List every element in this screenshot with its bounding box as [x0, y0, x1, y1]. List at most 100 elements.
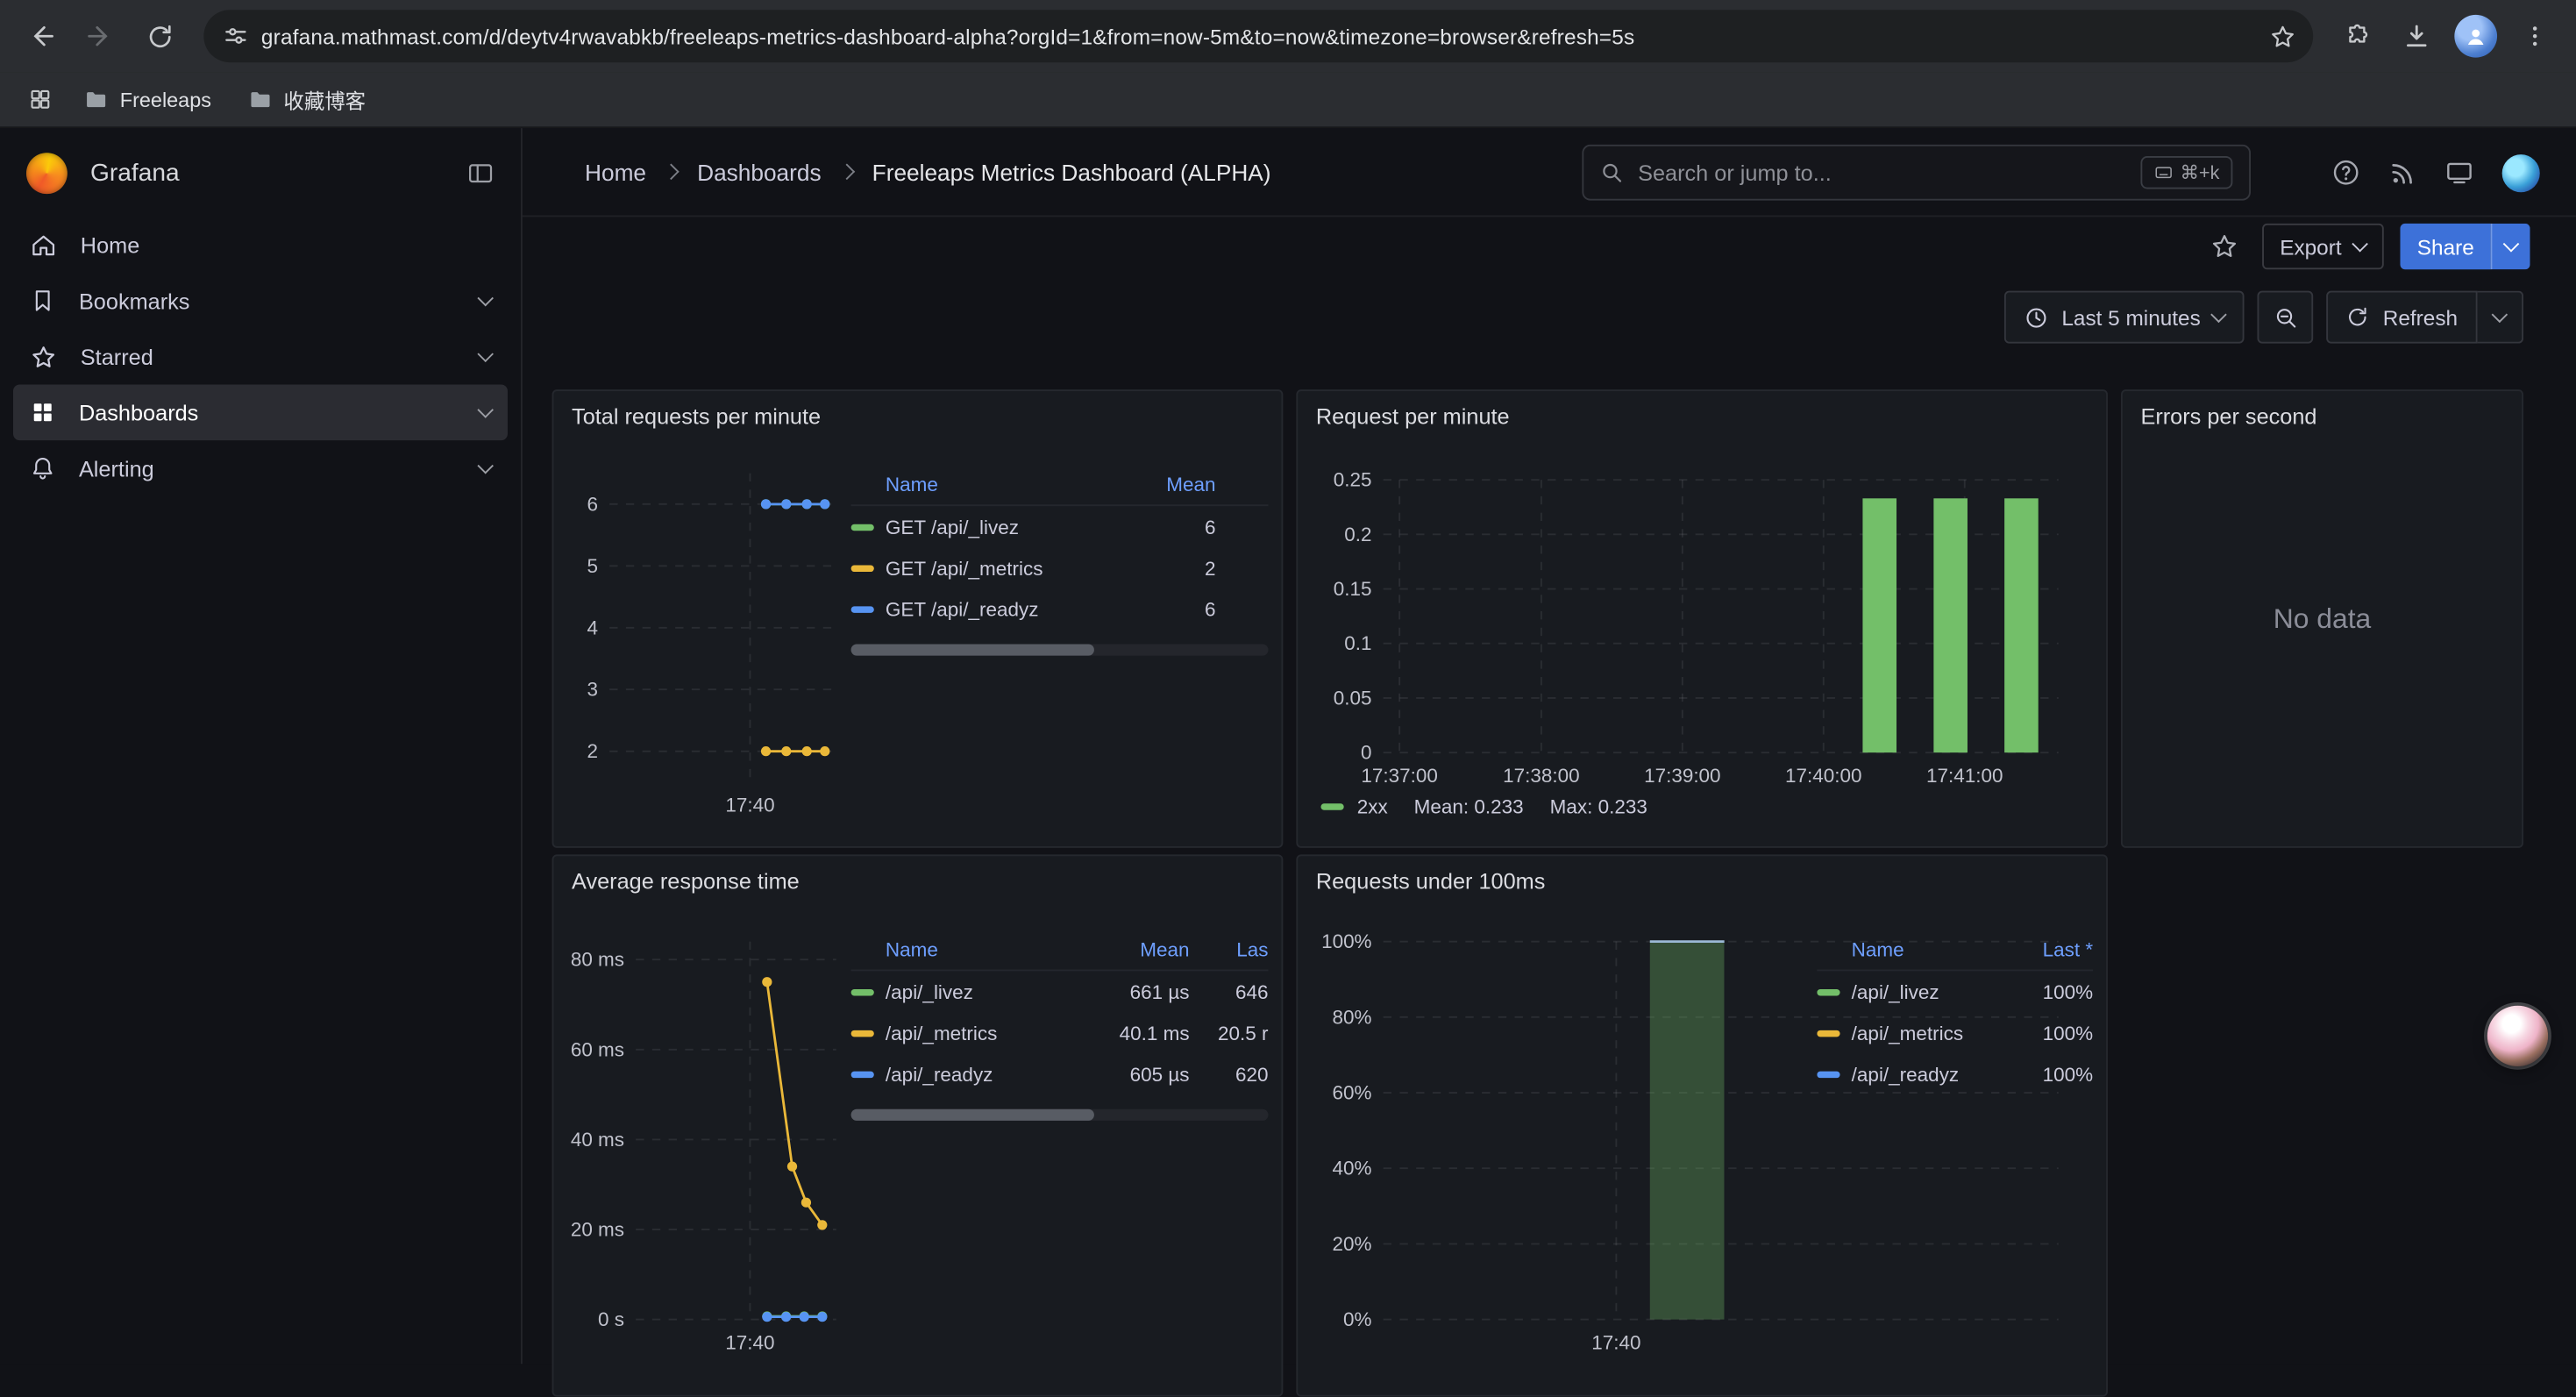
reload-icon[interactable]	[132, 8, 188, 64]
panel-title[interactable]: Average response time	[572, 869, 800, 894]
legend-col-mean[interactable]: Mean	[1124, 473, 1216, 495]
panel-title[interactable]: Requests under 100ms	[1316, 869, 1546, 894]
refresh-button[interactable]: Refresh	[2327, 291, 2478, 344]
downloads-icon[interactable]	[2388, 8, 2444, 64]
svg-text:17:40: 17:40	[1591, 1331, 1640, 1353]
legend-scrollbar[interactable]	[851, 644, 1269, 655]
apps-grid-icon[interactable]	[17, 76, 62, 122]
legend-col-name[interactable]: Name	[851, 937, 1098, 960]
sidebar-item-dashboards[interactable]: Dashboards	[13, 384, 508, 440]
svg-text:0.15: 0.15	[1334, 578, 1372, 600]
url-text[interactable]: grafana.mathmast.com/d/deytv4rwavabkb/fr…	[261, 24, 2256, 48]
breadcrumb: Home Dashboards Freeleaps Metrics Dashbo…	[585, 159, 1271, 185]
floating-assistant-avatar[interactable]	[2487, 1006, 2548, 1066]
legend-col-name[interactable]: Name	[851, 473, 1124, 495]
legend-col-mean[interactable]: Mean	[1098, 937, 1190, 960]
main-area: Home Dashboards Freeleaps Metrics Dashbo…	[523, 128, 2576, 1364]
zoom-out-time-button[interactable]	[2258, 291, 2314, 344]
bookmark-star-icon[interactable]	[2269, 22, 2297, 50]
panel-title[interactable]: Total requests per minute	[572, 404, 821, 429]
svg-text:6: 6	[587, 493, 599, 515]
favorite-star-icon[interactable]	[2210, 232, 2239, 261]
no-data-message: No data	[2123, 391, 2522, 846]
legend-header: Name Mean Las	[851, 929, 1269, 972]
request-per-minute-chart[interactable]: 00.050.10.150.20.2517:37:0017:38:0017:39…	[1311, 437, 2072, 792]
legend-inline[interactable]: 2xx Mean: 0.233 Max: 0.233	[1320, 795, 1647, 818]
time-range-picker[interactable]: Last 5 minutes	[2004, 291, 2245, 344]
series-swatch	[1817, 1030, 1839, 1036]
sidebar-item-starred[interactable]: Starred	[13, 329, 508, 385]
svg-text:17:41:00: 17:41:00	[1926, 765, 2003, 787]
chevron-down-icon	[2492, 306, 2508, 323]
chevron-down-icon[interactable]	[477, 457, 494, 474]
bookmark-item-blogs[interactable]: 收藏博客	[232, 77, 381, 122]
legend-row[interactable]: /api/_readyz 605 µs 620	[851, 1053, 1269, 1094]
breadcrumb-home[interactable]: Home	[585, 159, 646, 185]
sidebar-item-alerting[interactable]: Alerting	[13, 440, 508, 496]
sidebar-item-bookmarks[interactable]: Bookmarks	[13, 273, 508, 329]
panel-title[interactable]: Request per minute	[1316, 404, 1510, 429]
search-input[interactable]: Search or jump to... ⌘+k	[1582, 145, 2251, 201]
menu-kebab-icon[interactable]	[2507, 8, 2563, 64]
chevron-down-icon[interactable]	[477, 346, 494, 362]
series-swatch	[1320, 803, 1343, 809]
panel-average-response-time: Average response time 0 s20 ms40 ms60 ms…	[552, 854, 1284, 1396]
chevron-down-icon[interactable]	[477, 401, 494, 417]
export-button[interactable]: Export	[2262, 224, 2385, 269]
bell-icon	[30, 455, 56, 481]
site-settings-icon[interactable]	[224, 24, 248, 48]
legend-col-last[interactable]: Last *	[2014, 937, 2093, 960]
scrollbar-thumb[interactable]	[851, 644, 1094, 655]
share-split-button: Share	[2401, 224, 2530, 269]
legend-row[interactable]: /api/_readyz 100%	[1817, 1053, 2093, 1094]
refresh-split-button: Refresh	[2327, 291, 2523, 344]
back-icon[interactable]	[13, 8, 69, 64]
svg-text:17:40: 17:40	[725, 1331, 774, 1353]
legend-col-last[interactable]: Las	[1190, 937, 1269, 960]
news-rss-icon[interactable]	[2388, 159, 2416, 187]
chevron-down-icon[interactable]	[477, 289, 494, 306]
legend-row[interactable]: /api/_metrics 100%	[1817, 1012, 2093, 1053]
panel-total-requests-per-minute: Total requests per minute 2345617:40 Nam…	[552, 389, 1284, 848]
profile-avatar[interactable]	[2448, 8, 2504, 64]
svg-text:40%: 40%	[1333, 1158, 1372, 1180]
legend-col-name[interactable]: Name	[1817, 937, 2014, 960]
legend-row[interactable]: GET /api/_metrics 2	[851, 547, 1269, 588]
extensions-icon[interactable]	[2330, 8, 2386, 64]
legend-row[interactable]: /api/_livez 100%	[1817, 971, 2093, 1012]
scrollbar-thumb[interactable]	[851, 1109, 1094, 1121]
sidebar-item-home[interactable]: Home	[13, 217, 508, 273]
legend-series-name: 2xx	[1357, 795, 1388, 818]
legend-row[interactable]: /api/_metrics 40.1 ms 20.5 r	[851, 1012, 1269, 1053]
legend-row[interactable]: GET /api/_livez 6	[851, 506, 1269, 547]
legend-header: Name Last *	[1817, 929, 2093, 972]
share-menu-button[interactable]	[2491, 224, 2530, 269]
sidebar-collapse-icon[interactable]	[466, 159, 495, 187]
app-header: Home Dashboards Freeleaps Metrics Dashbo…	[523, 128, 2576, 217]
refresh-interval-button[interactable]	[2478, 291, 2523, 344]
svg-text:0: 0	[1361, 742, 1372, 764]
legend-scrollbar[interactable]	[851, 1109, 1269, 1121]
share-button[interactable]: Share	[2401, 224, 2490, 269]
grafana-app: Grafana Home Bookmarks	[0, 128, 2576, 1364]
url-bar[interactable]: grafana.mathmast.com/d/deytv4rwavabkb/fr…	[203, 10, 2313, 62]
bookmark-item-freeleaps[interactable]: Freeleaps	[69, 81, 226, 118]
help-icon[interactable]	[2331, 158, 2361, 188]
svg-text:0.25: 0.25	[1334, 469, 1372, 491]
svg-text:17:40: 17:40	[725, 795, 774, 816]
legend-row[interactable]: /api/_livez 661 µs 646	[851, 971, 1269, 1012]
home-icon	[30, 231, 58, 259]
forward-icon[interactable]	[72, 8, 128, 64]
legend-row[interactable]: GET /api/_readyz 6	[851, 588, 1269, 630]
breadcrumb-dashboards[interactable]: Dashboards	[697, 159, 821, 185]
average-response-time-chart[interactable]: 0 s20 ms40 ms60 ms80 ms17:40	[566, 912, 849, 1365]
series-swatch	[1817, 1071, 1839, 1077]
tv-kiosk-icon[interactable]	[2444, 158, 2474, 188]
user-avatar[interactable]	[2502, 153, 2540, 191]
total-requests-chart[interactable]: 2345617:40	[566, 440, 849, 831]
svg-text:17:40:00: 17:40:00	[1785, 765, 1861, 787]
grafana-logo[interactable]	[26, 152, 68, 193]
svg-text:0%: 0%	[1343, 1308, 1371, 1330]
screen: grafana.mathmast.com/d/deytv4rwavabkb/fr…	[0, 0, 2576, 1364]
series-swatch	[851, 605, 874, 611]
